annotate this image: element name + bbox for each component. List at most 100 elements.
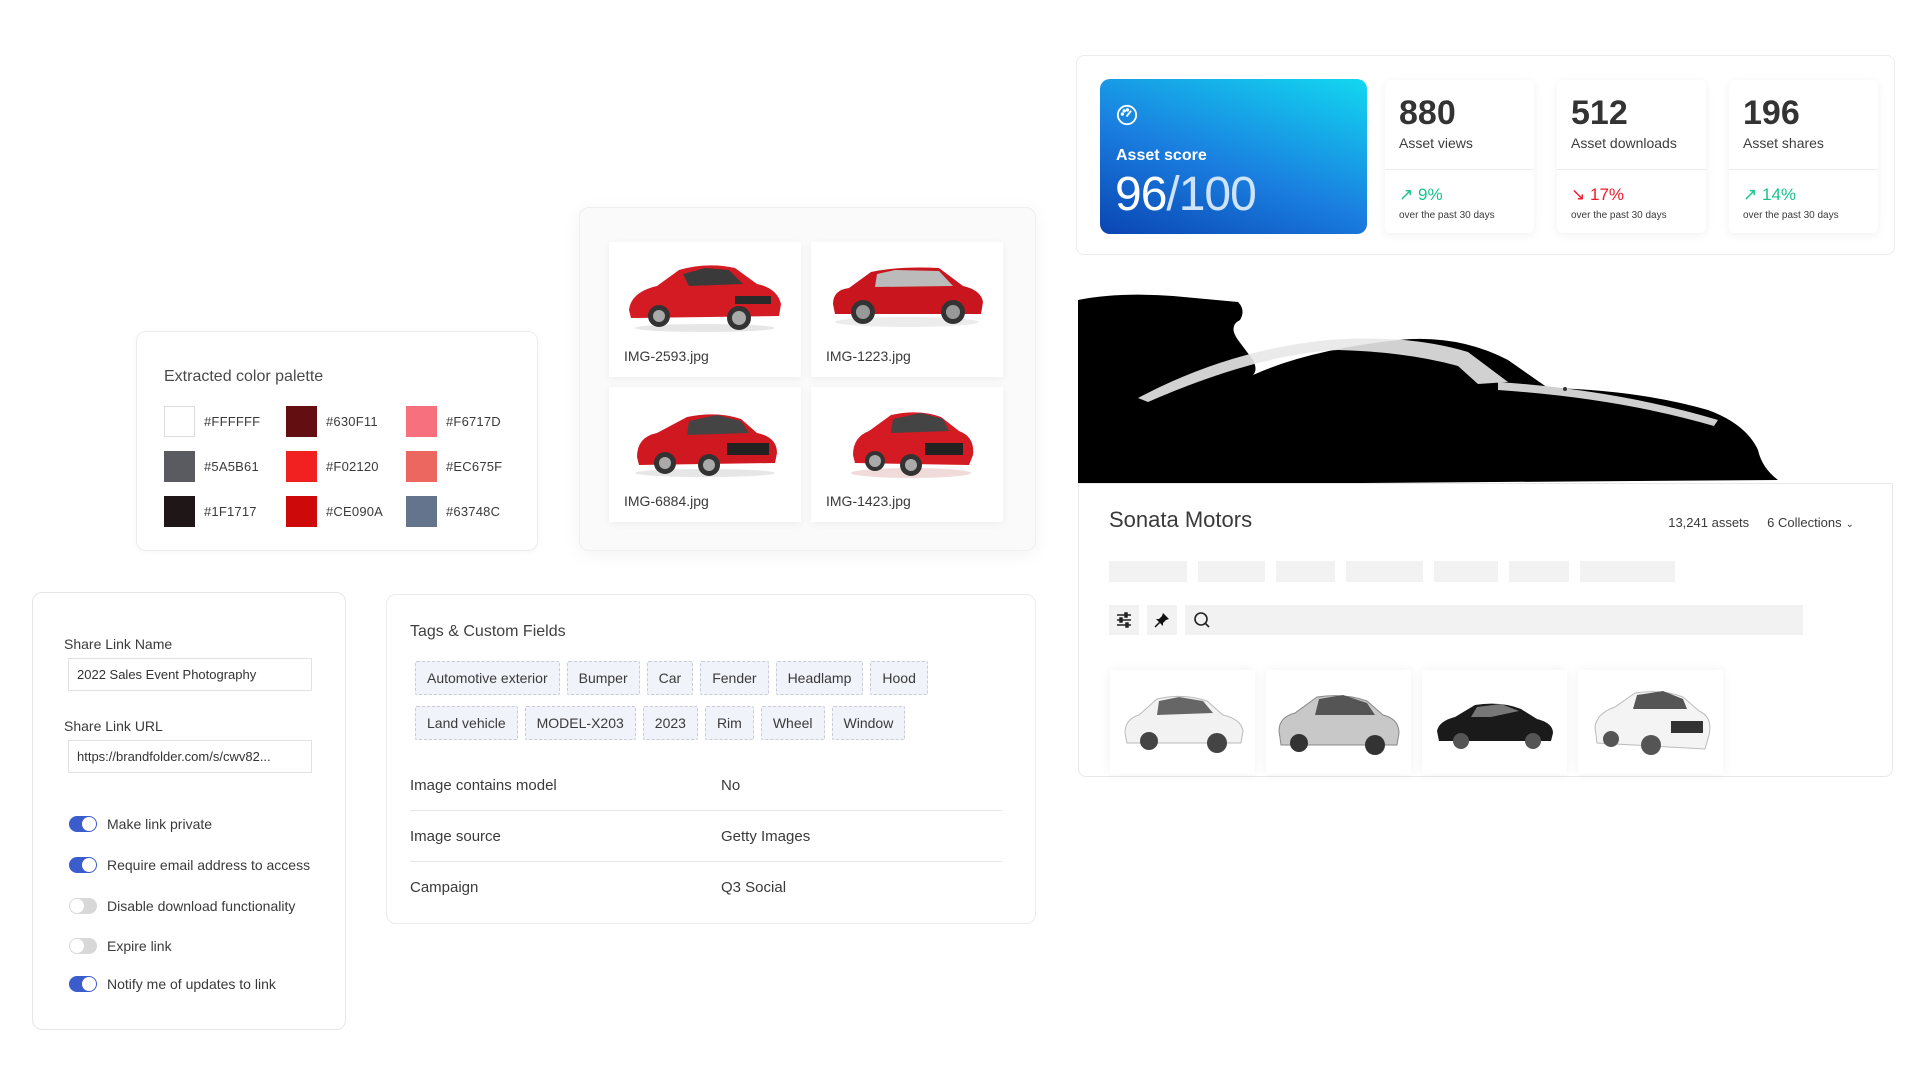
palette-swatch[interactable]: #5A5B61 [164, 450, 286, 482]
custom-field-row: Image source Getty Images [410, 811, 1002, 862]
hero-car-silhouette-image [1078, 294, 1778, 485]
stat-delta: ↘ 17% [1571, 185, 1625, 204]
tag-chip[interactable]: Fender [700, 661, 769, 695]
palette-swatch[interactable]: #EC675F [406, 450, 526, 482]
skeleton-tab [1434, 561, 1498, 582]
image-tile[interactable]: IMG-1223.jpg [811, 242, 1003, 377]
toggle-switch[interactable] [69, 857, 97, 873]
arrow-up-right-icon: ↗ [1743, 185, 1758, 204]
image-tile[interactable]: IMG-1423.jpg [811, 387, 1003, 522]
tag-chip[interactable]: 2023 [642, 706, 698, 740]
swatch-color [164, 495, 195, 527]
skeleton-tab [1346, 561, 1423, 582]
custom-field-row: Image contains model No [410, 760, 1002, 811]
skeleton-tab [1580, 561, 1675, 582]
skeleton-tab [1109, 561, 1187, 582]
field-key: Campaign [410, 879, 479, 896]
palette-swatch[interactable]: #FFFFFF [164, 405, 286, 437]
swatch-color [406, 450, 437, 482]
arrow-up-right-icon: ↗ [1399, 185, 1414, 204]
pin-button[interactable] [1147, 605, 1177, 635]
gauge-icon [1116, 104, 1138, 126]
share-link-name-input[interactable] [68, 658, 312, 691]
swatch-color [164, 450, 195, 482]
swatch-label: #63748C [446, 503, 501, 519]
palette-swatch[interactable]: #CE090A [286, 495, 406, 527]
tags-custom-fields-card: Tags & Custom Fields Automotive exterior… [386, 594, 1036, 924]
collections-dropdown[interactable]: 6 Collections ⌄ [1767, 515, 1854, 530]
stat-period: over the past 30 days [1571, 210, 1667, 221]
toggle-switch[interactable] [69, 976, 97, 992]
tag-chip[interactable]: Window [831, 706, 906, 740]
tag-chip[interactable]: MODEL-X203 [524, 706, 636, 740]
skeleton-tab [1276, 561, 1335, 582]
tag-chip[interactable]: Car [646, 661, 694, 695]
asset-thumbnail[interactable] [1110, 670, 1255, 774]
image-tile[interactable]: IMG-6884.jpg [609, 387, 801, 522]
asset-search-input[interactable] [1185, 605, 1803, 635]
toggle-switch[interactable] [69, 938, 97, 954]
asset-thumbnail[interactable] [1422, 670, 1567, 774]
skeleton-tab [1509, 561, 1569, 582]
stat-label: Asset views [1399, 135, 1473, 151]
custom-field-row: Campaign Q3 Social [410, 862, 1002, 913]
asset-stats-card: Asset score 96/100 880 Asset views ↗ 9% … [1076, 55, 1895, 255]
share-link-name-label: Share Link Name [64, 636, 173, 652]
field-key: Image contains model [410, 776, 557, 794]
asset-count: 13,241 assets [1668, 515, 1750, 530]
toggle-expire-link[interactable]: Expire link [69, 938, 172, 954]
tag-list: Automotive exterior Bumper Car Fender He… [415, 661, 1015, 740]
stat-card-downloads: 512 Asset downloads ↘ 17% over the past … [1557, 80, 1706, 233]
white-sports-sedan-image [1593, 691, 1710, 755]
toggle-label: Require email address to access [107, 857, 311, 873]
stat-label: Asset downloads [1571, 135, 1677, 151]
swatch-label: #F02120 [326, 458, 379, 474]
palette-swatch[interactable]: #F02120 [286, 450, 406, 482]
search-icon [1194, 612, 1210, 628]
asset-thumbnail[interactable] [1266, 670, 1411, 774]
tag-chip[interactable]: Rim [704, 706, 754, 740]
red-sedan-image [635, 414, 777, 477]
stat-number: 512 [1571, 94, 1628, 132]
asset-score-label: Asset score [1116, 147, 1207, 164]
palette-swatch[interactable]: #63748C [406, 495, 526, 527]
toggle-require-email[interactable]: Require email address to access [69, 857, 310, 873]
tag-chip[interactable]: Land vehicle [415, 706, 518, 740]
tag-chip[interactable]: Automotive exterior [415, 661, 560, 695]
palette-swatch[interactable]: #1F1717 [164, 495, 286, 527]
toggle-disable-download[interactable]: Disable download functionality [69, 898, 295, 914]
asset-score-tile: Asset score 96/100 [1100, 79, 1367, 234]
stat-period: over the past 30 days [1743, 210, 1839, 221]
toggle-switch[interactable] [69, 898, 97, 914]
tag-chip[interactable]: Hood [870, 661, 928, 695]
silver-sedan-image [1277, 695, 1400, 755]
tag-chip[interactable]: Wheel [760, 706, 825, 740]
brand-meta: 13,241 assets 6 Collections ⌄ [1668, 515, 1854, 530]
swatch-label: #FFFFFF [204, 413, 261, 429]
red-sports-sedan-image [851, 412, 974, 478]
image-tile[interactable]: IMG-2593.jpg [609, 242, 801, 377]
toggle-make-link-private[interactable]: Make link private [69, 816, 212, 832]
palette-title: Extracted color palette [164, 368, 324, 385]
swatch-label: #CE090A [326, 503, 384, 519]
filter-button[interactable] [1109, 605, 1139, 635]
red-hatchback-image [629, 265, 781, 332]
tag-chip[interactable]: Headlamp [775, 661, 864, 695]
tag-chip[interactable]: Bumper [566, 661, 640, 695]
color-palette-card: Extracted color palette #FFFFFF #630F11 … [136, 331, 538, 551]
share-link-card: Share Link Name Share Link URL Make link… [32, 592, 346, 1030]
red-suv-image [833, 267, 983, 327]
brand-title: Sonata Motors [1109, 507, 1253, 532]
stat-label: Asset shares [1743, 135, 1824, 151]
share-link-url-input[interactable] [68, 740, 312, 773]
asset-thumbnails [1110, 670, 1723, 774]
toggle-label: Expire link [107, 938, 172, 954]
palette-swatch[interactable]: #F6717D [406, 405, 526, 437]
toggle-notify-updates[interactable]: Notify me of updates to link [69, 976, 276, 992]
pin-icon [1154, 613, 1169, 628]
asset-thumbnail[interactable] [1578, 670, 1723, 774]
toggle-switch[interactable] [69, 816, 97, 832]
swatch-label: #630F11 [326, 413, 378, 429]
palette-swatch[interactable]: #630F11 [286, 405, 406, 437]
stat-card-views: 880 Asset views ↗ 9% over the past 30 da… [1385, 80, 1534, 233]
